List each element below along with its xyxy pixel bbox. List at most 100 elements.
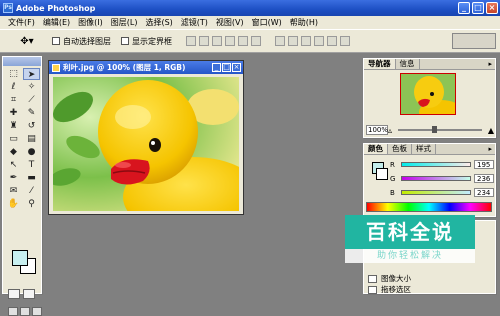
tab-navigator[interactable]: 导航器 <box>364 59 396 69</box>
path-select-icon[interactable]: ↖ <box>5 159 22 171</box>
title-bar: Ps Adobe Photoshop _ □ × <box>0 0 500 16</box>
align-vcenter-icon[interactable] <box>199 36 209 46</box>
history-item-label: 拖移选区 <box>381 285 411 294</box>
doc-close-button[interactable]: × <box>232 63 241 72</box>
history-item[interactable]: 图像大小 <box>368 273 411 284</box>
menu-edit[interactable]: 编辑(E) <box>39 17 74 28</box>
move-tool-icon[interactable]: ➤ <box>23 68 40 80</box>
maximize-button[interactable]: □ <box>472 2 484 14</box>
marquee-tool-icon[interactable]: ⬚ <box>5 68 22 80</box>
lasso-tool-icon[interactable]: ℓ <box>5 81 22 93</box>
menu-select[interactable]: 选择(S) <box>141 17 176 28</box>
palette-well[interactable] <box>452 33 496 49</box>
blue-slider[interactable] <box>401 190 471 195</box>
gradient-tool-icon[interactable]: ▤ <box>23 133 40 145</box>
red-value[interactable]: 195 <box>474 160 494 169</box>
green-slider[interactable] <box>401 176 471 181</box>
align-top-icon[interactable] <box>186 36 196 46</box>
move-tool-preset-icon[interactable]: ✥▾ <box>12 32 42 50</box>
blue-value[interactable]: 234 <box>474 188 494 197</box>
crop-tool-icon[interactable]: ⌗ <box>5 94 22 106</box>
green-label: G <box>390 174 396 183</box>
healing-brush-icon[interactable]: ✚ <box>5 107 22 119</box>
clone-stamp-icon[interactable]: ♜ <box>5 120 22 132</box>
pen-tool-icon[interactable]: ✒ <box>5 172 22 184</box>
menu-image[interactable]: 图像(I) <box>74 17 107 28</box>
tab-color[interactable]: 颜色 <box>364 144 388 154</box>
close-button[interactable]: × <box>486 2 498 14</box>
eyedropper-icon[interactable]: ⁄ <box>23 185 40 197</box>
auto-select-checkbox[interactable] <box>52 37 60 45</box>
blue-label: B <box>390 188 395 197</box>
quick-mask-icon[interactable] <box>23 289 35 299</box>
menu-help[interactable]: 帮助(H) <box>286 17 322 28</box>
doc-maximize-button[interactable]: □ <box>222 63 231 72</box>
type-tool-icon[interactable]: T <box>23 159 40 171</box>
distribute-vcenter-icon[interactable] <box>288 36 298 46</box>
distribute-left-icon[interactable] <box>314 36 324 46</box>
zoom-in-icon[interactable]: ▲ <box>488 126 494 135</box>
align-right-icon[interactable] <box>251 36 261 46</box>
dodge-tool-icon[interactable]: ● <box>23 146 40 158</box>
show-bounds-option[interactable]: 显示定界框 <box>121 36 172 47</box>
green-value[interactable]: 236 <box>474 174 494 183</box>
distribute-hcenter-icon[interactable] <box>327 36 337 46</box>
minimize-button[interactable]: _ <box>458 2 470 14</box>
distribute-top-icon[interactable] <box>275 36 285 46</box>
distribute-right-icon[interactable] <box>340 36 350 46</box>
history-item[interactable]: 拖移选区 <box>368 284 411 295</box>
document-canvas[interactable] <box>53 77 239 211</box>
eraser-tool-icon[interactable]: ▭ <box>5 133 22 145</box>
menu-view[interactable]: 视图(V) <box>212 17 248 28</box>
zoom-value[interactable]: 100% <box>366 125 388 135</box>
zoom-slider[interactable] <box>398 126 482 133</box>
color-spectrum-bar[interactable] <box>366 202 492 212</box>
screen-mode-full-icon[interactable] <box>32 307 42 316</box>
distribute-bottom-icon[interactable] <box>301 36 311 46</box>
show-bounds-label: 显示定界框 <box>132 36 172 46</box>
shape-tool-icon[interactable]: ▬ <box>23 172 40 184</box>
navigator-thumbnail[interactable] <box>400 73 456 115</box>
red-slider[interactable] <box>401 162 471 167</box>
green-slider-row: G 236 <box>390 174 494 183</box>
brush-tool-icon[interactable]: ✎ <box>23 107 40 119</box>
align-left-icon[interactable] <box>225 36 235 46</box>
distribute-buttons <box>275 36 350 46</box>
menu-layer[interactable]: 图层(L) <box>107 17 142 28</box>
foreground-color-swatch[interactable] <box>12 250 28 266</box>
color-panel-menu-icon[interactable]: ▸ <box>488 145 492 153</box>
standard-mode-icon[interactable] <box>8 289 20 299</box>
notes-tool-icon[interactable]: ✉ <box>5 185 22 197</box>
menu-window[interactable]: 窗口(W) <box>248 17 286 28</box>
hand-tool-icon[interactable]: ✋ <box>5 198 22 210</box>
rubber-duck-image <box>53 77 239 211</box>
color-bg-swatch[interactable] <box>376 168 388 180</box>
document-window: 利叶.jpg @ 100% (图层 1, RGB) _ □ × <box>48 60 244 215</box>
tab-styles[interactable]: 样式 <box>412 144 436 154</box>
screen-mode-standard-icon[interactable] <box>8 307 18 316</box>
menu-file[interactable]: 文件(F) <box>4 17 39 28</box>
navigator-panel: 导航器 信息 ▸ 100% ▵ ▲ <box>363 58 496 138</box>
photoshop-logo-icon: Ps <box>3 3 13 13</box>
history-step-icon <box>368 274 377 283</box>
menu-bar: 文件(F) 编辑(E) 图像(I) 图层(L) 选择(S) 滤镜(T) 视图(V… <box>0 16 500 29</box>
zoom-out-icon[interactable]: ▵ <box>388 126 392 135</box>
history-brush-icon[interactable]: ↺ <box>23 120 40 132</box>
menu-filter[interactable]: 滤镜(T) <box>177 17 212 28</box>
blur-tool-icon[interactable]: ◆ <box>5 146 22 158</box>
navigator-preview-image <box>401 74 455 114</box>
tab-swatches[interactable]: 色板 <box>388 144 412 154</box>
screen-mode-full-menu-icon[interactable] <box>20 307 30 316</box>
magic-wand-icon[interactable]: ✧ <box>23 81 40 93</box>
align-bottom-icon[interactable] <box>212 36 222 46</box>
panel-menu-icon[interactable]: ▸ <box>488 60 492 68</box>
zoom-tool-icon[interactable]: ⚲ <box>23 198 40 210</box>
doc-minimize-button[interactable]: _ <box>212 63 221 72</box>
tab-info[interactable]: 信息 <box>395 59 420 69</box>
align-hcenter-icon[interactable] <box>238 36 248 46</box>
auto-select-layer-option[interactable]: 自动选择图层 <box>52 36 111 47</box>
document-title: 利叶.jpg @ 100% (图层 1, RGB) <box>63 63 186 72</box>
toolbox-header[interactable] <box>3 57 41 66</box>
slice-tool-icon[interactable]: ⟋ <box>23 94 40 106</box>
show-bounds-checkbox[interactable] <box>121 37 129 45</box>
